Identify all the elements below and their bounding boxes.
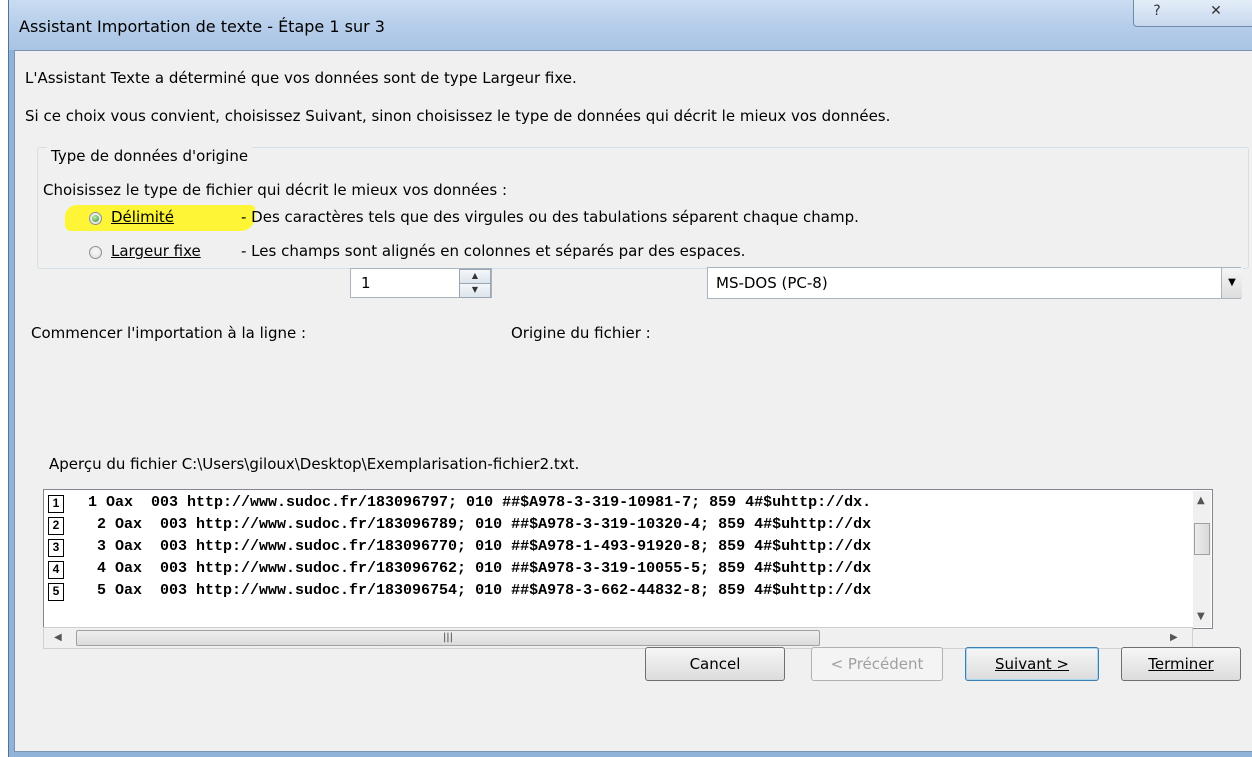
- dialog-client-area: L'Assistant Texte a déterminé que vos do…: [14, 50, 1252, 752]
- preview-row-number: 1: [48, 495, 64, 513]
- cancel-button[interactable]: Cancel: [645, 647, 785, 681]
- preview-row: 4 4 Oax 003 http://www.sudoc.fr/18309676…: [44, 558, 1194, 580]
- spin-down-arrow-icon[interactable]: ▼: [459, 283, 491, 298]
- vertical-scroll-thumb[interactable]: [1194, 523, 1210, 555]
- preview-row-text: 2 Oax 003 http://www.sudoc.fr/183096789;…: [88, 516, 872, 533]
- scroll-left-arrow-icon[interactable]: ◀: [54, 632, 62, 643]
- preview-title: Aperçu du fichier C:\Users\giloux\Deskto…: [49, 455, 580, 473]
- origin-type-prompt: Choisissez le type de fichier qui décrit…: [43, 181, 508, 199]
- file-origin-value[interactable]: MS-DOS (PC-8): [716, 274, 828, 292]
- origin-type-legend: Type de données d'origine: [47, 147, 253, 165]
- scroll-up-arrow-icon[interactable]: ▲: [1197, 495, 1205, 506]
- preview-row-number: 2: [48, 517, 64, 535]
- preview-row: 2 2 Oax 003 http://www.sudoc.fr/18309678…: [44, 514, 1194, 536]
- preview-row-number: 3: [48, 539, 64, 557]
- start-row-spin-buttons: ▲ ▼: [459, 269, 491, 298]
- preview-row-text: 1 Oax 003 http://www.sudoc.fr/183096797;…: [88, 494, 872, 511]
- file-preview-pane[interactable]: 1 1 Oax 003 http://www.sudoc.fr/18309679…: [43, 489, 1213, 629]
- start-row-value[interactable]: 1: [361, 274, 371, 292]
- close-button[interactable]: ✕: [1179, 0, 1252, 27]
- start-row-label: Commencer l'importation à la ligne :: [31, 324, 307, 342]
- preview-row: 1 1 Oax 003 http://www.sudoc.fr/18309679…: [44, 492, 1194, 514]
- preview-row-number: 4: [48, 561, 64, 579]
- radio-delimited[interactable]: [89, 212, 102, 225]
- dropdown-arrow-icon[interactable]: ▼: [1221, 268, 1242, 298]
- help-button[interactable]: ?: [1133, 0, 1181, 27]
- preview-row: 5 5 Oax 003 http://www.sudoc.fr/18309675…: [44, 580, 1194, 602]
- scroll-down-arrow-icon[interactable]: ▼: [1197, 611, 1205, 622]
- file-origin-label: Origine du fichier :: [511, 324, 651, 342]
- finish-button[interactable]: Terminer: [1121, 647, 1241, 681]
- next-button[interactable]: Suivant >: [965, 647, 1099, 681]
- intro-line-2: Si ce choix vous convient, choisissez Su…: [25, 107, 891, 125]
- radio-fixed-width[interactable]: [89, 246, 102, 259]
- radio-delimited-label[interactable]: Délimité: [111, 208, 174, 226]
- preview-row: 3 3 Oax 003 http://www.sudoc.fr/18309677…: [44, 536, 1194, 558]
- file-origin-select[interactable]: MS-DOS (PC-8): [707, 267, 1241, 299]
- preview-row-text: 3 Oax 003 http://www.sudoc.fr/183096770;…: [88, 538, 872, 555]
- window-title: Assistant Importation de texte - Étape 1…: [19, 17, 385, 36]
- preview-row-number: 5: [48, 583, 64, 601]
- intro-line-1: L'Assistant Texte a déterminé que vos do…: [25, 69, 577, 87]
- radio-selected-dot: [92, 215, 99, 222]
- radio-fixed-width-label[interactable]: Largeur fixe: [111, 242, 201, 260]
- title-bar[interactable]: Assistant Importation de texte - Étape 1…: [9, 0, 1252, 50]
- horizontal-scroll-thumb[interactable]: |||: [76, 630, 820, 646]
- spin-up-arrow-icon[interactable]: ▲: [459, 269, 491, 284]
- help-icon: ?: [1153, 3, 1161, 19]
- radio-fixed-width-description: - Les champs sont alignés en colonnes et…: [241, 242, 746, 260]
- preview-row-text: 5 Oax 003 http://www.sudoc.fr/183096754;…: [88, 582, 872, 599]
- previous-button[interactable]: < Précédent: [811, 647, 943, 681]
- scroll-right-arrow-icon[interactable]: ▶: [1170, 632, 1178, 643]
- preview-vertical-scrollbar[interactable]: ▲ ▼: [1193, 491, 1211, 627]
- preview-horizontal-scrollbar[interactable]: ◀ ||| ▶: [43, 627, 1193, 649]
- close-icon: ✕: [1210, 3, 1222, 19]
- preview-row-text: 4 Oax 003 http://www.sudoc.fr/183096762;…: [88, 560, 872, 577]
- radio-delimited-description: - Des caractères tels que des virgules o…: [241, 208, 859, 226]
